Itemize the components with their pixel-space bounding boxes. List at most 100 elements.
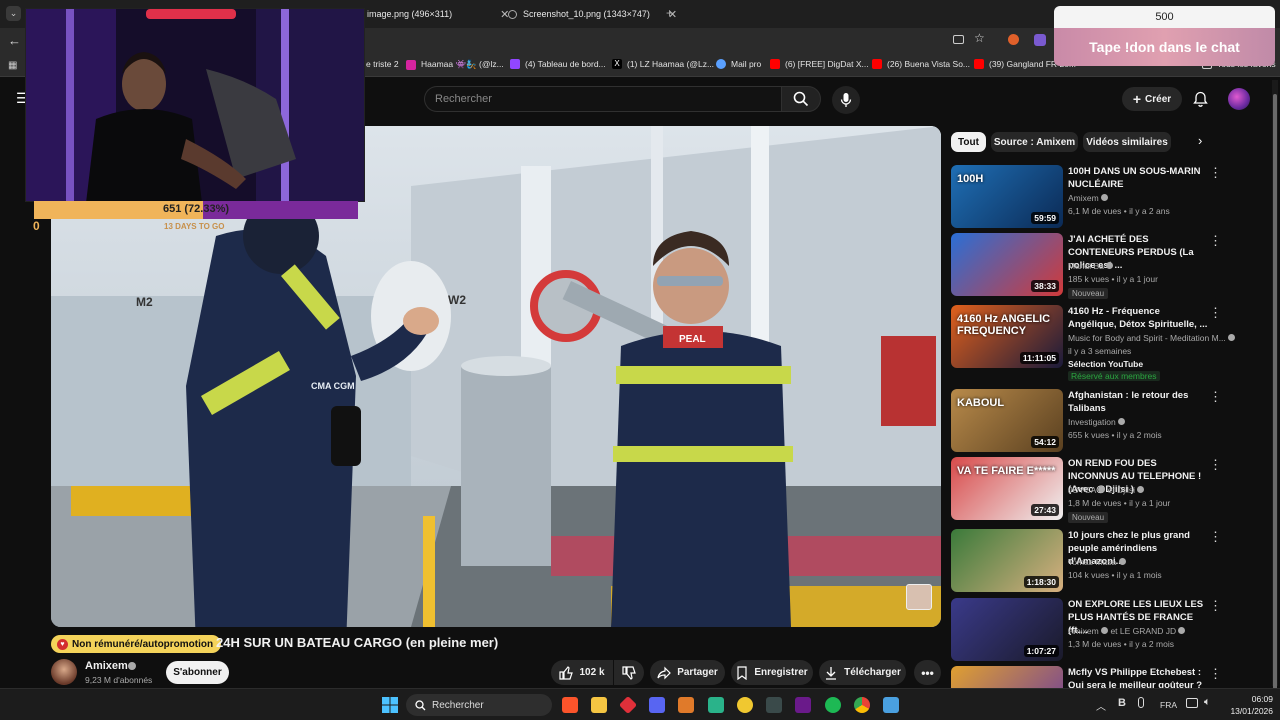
recommendation-title[interactable]: Afghanistan : le retour des Talibans bbox=[1068, 389, 1208, 415]
extension-badge-icon[interactable] bbox=[1034, 34, 1046, 46]
recommendation-title[interactable]: 4160 Hz - Fréquence Angélique, Détox Spi… bbox=[1068, 305, 1208, 331]
page-scrollbar[interactable] bbox=[1272, 80, 1278, 690]
app-red-icon[interactable] bbox=[618, 695, 638, 715]
dislike-button[interactable] bbox=[614, 660, 644, 685]
spotify-icon[interactable] bbox=[825, 697, 841, 713]
recommendation-item[interactable]: 4160 Hz ANGELIC FREQUENCY 11:11:05 4160 Hz… bbox=[951, 305, 1271, 387]
bookmark-item[interactable]: Haamaa 👾🧞 (@lz... bbox=[406, 59, 504, 70]
recommendation-channel[interactable]: Tomas Masa bbox=[1068, 557, 1126, 567]
channel-watermark[interactable] bbox=[906, 584, 932, 610]
recommendation-item[interactable]: VA TE FAIRE E***** 27:43 ON REND FOU DES I… bbox=[951, 457, 1271, 525]
recommendation-item[interactable]: 100H 59:59 100H DANS UN SOUS-MARIN NUCLÉAI… bbox=[951, 165, 1271, 233]
apps-grid-icon[interactable]: ▦ bbox=[8, 60, 17, 71]
volume-icon[interactable]: 🔈︎ bbox=[1204, 696, 1211, 709]
recommendation-channel[interactable]: Amixem et LE GRAND JD bbox=[1068, 626, 1186, 636]
chip-similar-videos[interactable]: Vidéos similaires bbox=[1083, 132, 1171, 152]
brave-icon[interactable] bbox=[562, 697, 578, 713]
recommendation-channel[interactable]: Mahdi Ba bbox=[1068, 261, 1114, 271]
share-button[interactable]: Partager bbox=[650, 660, 725, 685]
channel-avatar[interactable] bbox=[51, 659, 77, 685]
like-button[interactable]: 102 k bbox=[551, 660, 613, 685]
globe-icon bbox=[508, 9, 517, 19]
app-teal-icon[interactable] bbox=[708, 697, 724, 713]
windows-start-icon[interactable] bbox=[382, 697, 398, 713]
bookmark-item[interactable]: (4) Tableau de bord... bbox=[510, 59, 606, 69]
bluetooth-icon[interactable]: B bbox=[1118, 697, 1126, 709]
back-arrow-icon[interactable]: ← bbox=[8, 33, 21, 48]
bookmark-item[interactable]: X (1) LZ Haamaa (@Lz... bbox=[612, 59, 714, 69]
chevron-right-icon[interactable]: › bbox=[1198, 133, 1202, 148]
video-thumbnail[interactable]: 4160 Hz ANGELIC FREQUENCY 11:11:05 bbox=[951, 305, 1063, 368]
video-thumbnail[interactable]: 1:07:27 bbox=[951, 598, 1063, 661]
new-tab-icon[interactable]: + bbox=[666, 6, 673, 20]
clock-time[interactable]: 06:09 bbox=[1233, 694, 1273, 704]
recommendation-channel[interactable]: Amixem bbox=[1068, 193, 1109, 203]
recommendation-meta: il y a 3 semaines bbox=[1068, 346, 1132, 356]
video-duration: 27:43 bbox=[1031, 504, 1059, 516]
chrome-icon[interactable] bbox=[854, 697, 870, 713]
extension-icon[interactable] bbox=[1008, 34, 1019, 45]
video-thumbnail[interactable]: KABOUL 54:12 bbox=[951, 389, 1063, 452]
recommendation-channel[interactable]: Music for Body and Spirit - Meditation M… bbox=[1068, 333, 1236, 343]
avatar[interactable] bbox=[1228, 88, 1250, 110]
app-yellow-icon[interactable] bbox=[737, 697, 753, 713]
download-button[interactable]: Télécharger bbox=[819, 660, 906, 685]
video-thumbnail[interactable]: 100H 59:59 bbox=[951, 165, 1063, 228]
chip-source-amixem[interactable]: Source : Amixem bbox=[991, 132, 1078, 152]
chip-all[interactable]: Tout bbox=[951, 132, 986, 152]
channel-name[interactable]: Amixem bbox=[85, 660, 128, 672]
verified-icon bbox=[1178, 627, 1186, 634]
tab-screenshot[interactable]: Screenshot_10.png (1343×747) ✕ bbox=[508, 4, 677, 24]
file-explorer-icon[interactable] bbox=[591, 697, 607, 713]
tab-search-icon[interactable]: ⌄ bbox=[6, 6, 21, 21]
video-thumbnail[interactable] bbox=[951, 666, 1063, 688]
more-actions-button[interactable]: ••• bbox=[914, 660, 941, 685]
microphone-icon[interactable] bbox=[1138, 697, 1144, 708]
more-vertical-icon[interactable]: ⋮ bbox=[1209, 598, 1222, 614]
scrollbar-thumb[interactable] bbox=[1273, 94, 1277, 690]
tab-image[interactable]: image.png (496×311) ✕ bbox=[352, 4, 509, 24]
bookmark-item[interactable]: e triste 2 bbox=[366, 59, 399, 69]
discord-icon[interactable] bbox=[649, 697, 665, 713]
star-icon[interactable]: ☆ bbox=[974, 31, 985, 45]
notepad-icon[interactable] bbox=[883, 697, 899, 713]
recommendation-item[interactable]: 1:18:30 10 jours chez le plus grand peupl… bbox=[951, 529, 1271, 597]
network-icon[interactable] bbox=[1186, 698, 1198, 708]
clock-date[interactable]: 13/01/2026 bbox=[1218, 706, 1273, 716]
more-vertical-icon[interactable]: ⋮ bbox=[1209, 305, 1222, 321]
video-thumbnail[interactable]: 38:33 bbox=[951, 233, 1063, 296]
more-vertical-icon[interactable]: ⋮ bbox=[1209, 165, 1222, 181]
more-vertical-icon[interactable]: ⋮ bbox=[1209, 457, 1222, 473]
video-thumbnail[interactable]: VA TE FAIRE E***** 27:43 bbox=[951, 457, 1063, 520]
taskbar-search[interactable]: Rechercher bbox=[406, 694, 552, 716]
app-dark-icon[interactable] bbox=[766, 697, 782, 713]
more-vertical-icon[interactable]: ⋮ bbox=[1209, 529, 1222, 545]
app-orange-icon[interactable] bbox=[678, 697, 694, 713]
search-button[interactable] bbox=[781, 86, 821, 112]
voice-search-button[interactable] bbox=[832, 86, 860, 114]
subscribe-button[interactable]: S'abonner bbox=[166, 661, 229, 684]
recommendation-item[interactable]: Mcfly VS Philippe Etchebest : Qui sera l… bbox=[951, 666, 1271, 688]
bookmark-item[interactable]: (26) Buena Vista So... bbox=[872, 59, 970, 69]
bookmark-item[interactable]: (6) [FREE] DigDat X... bbox=[770, 59, 869, 69]
recommendation-title[interactable]: Mcfly VS Philippe Etchebest : Qui sera l… bbox=[1068, 666, 1208, 688]
search-input[interactable]: Rechercher bbox=[424, 86, 781, 112]
video-thumbnail[interactable]: 1:18:30 bbox=[951, 529, 1063, 592]
cast-icon[interactable] bbox=[953, 35, 964, 44]
more-vertical-icon[interactable]: ⋮ bbox=[1209, 666, 1222, 682]
create-button[interactable]: + Créer bbox=[1122, 87, 1182, 111]
more-vertical-icon[interactable]: ⋮ bbox=[1209, 233, 1222, 249]
recommendation-item[interactable]: 1:07:27 ON EXPLORE LES LIEUX LES PLUS HAN… bbox=[951, 598, 1271, 666]
recommendation-channel[interactable]: Investigation bbox=[1068, 417, 1126, 427]
recommendation-item[interactable]: 38:33 J'AI ACHETÉ DES CONTENEURS PERDUS (… bbox=[951, 233, 1271, 301]
recommendation-title[interactable]: 100H DANS UN SOUS-MARIN NUCLÉAIRE bbox=[1068, 165, 1208, 191]
recommendation-item[interactable]: KABOUL 54:12 Afghanistan : le retour des T… bbox=[951, 389, 1271, 457]
recommendation-channel[interactable]: JOYCA et Djilsi bbox=[1068, 485, 1145, 495]
chevron-up-icon[interactable]: ︿ bbox=[1096, 698, 1106, 713]
bookmark-item[interactable]: Mail pro bbox=[716, 59, 761, 69]
more-vertical-icon[interactable]: ⋮ bbox=[1209, 389, 1222, 405]
language-indicator[interactable]: FRA bbox=[1160, 700, 1177, 710]
next-app-icon[interactable] bbox=[795, 697, 811, 713]
notifications-bell-icon[interactable] bbox=[1193, 91, 1208, 107]
save-button[interactable]: Enregistrer bbox=[731, 660, 813, 685]
